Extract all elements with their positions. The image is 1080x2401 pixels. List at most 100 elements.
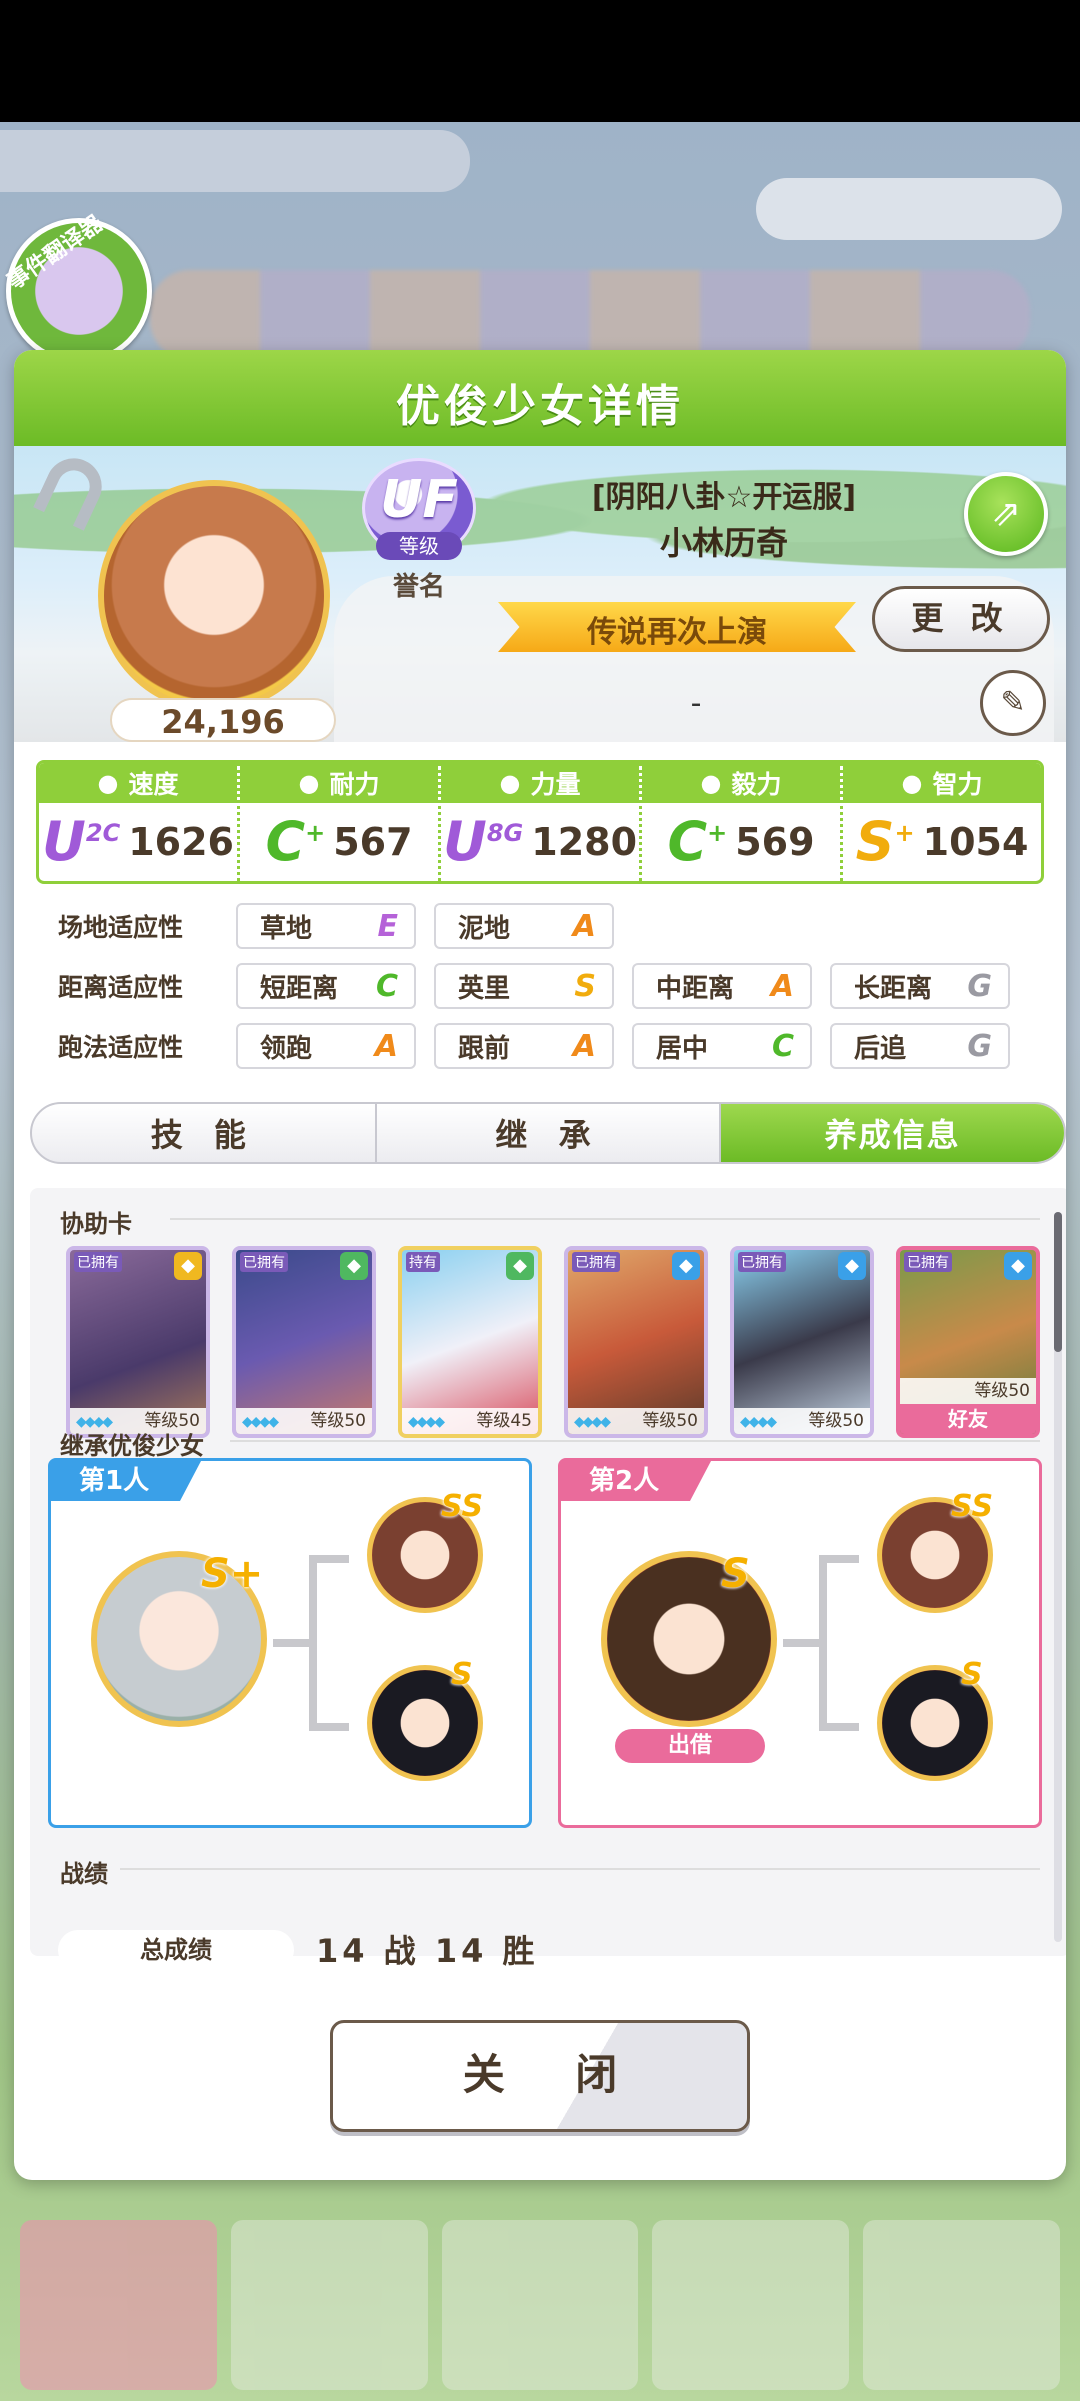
- stat-value: 1280: [531, 820, 638, 864]
- support-card[interactable]: 已拥有 ◆ 等级50 ◆◆◆◆: [730, 1246, 874, 1438]
- style-aptitude-chip: 居中 C: [632, 1023, 812, 1069]
- stat-header: ● 智力: [843, 763, 1041, 803]
- support-card-list: 已拥有 ◆ 等级50 ◆◆◆◆ 已拥有 ◆ 等级50 ◆◆◆◆ 持有 ◆ 等级45 ◆◆◆◆ 已拥有 ◆ 等…: [66, 1246, 1046, 1442]
- record-title: 战绩: [60, 1860, 108, 1888]
- lineage-line: [819, 1723, 859, 1731]
- stat-value: 567: [333, 820, 413, 864]
- aptitude-grade: C: [375, 968, 398, 1004]
- change-title-button[interactable]: 更 改: [872, 586, 1050, 652]
- section-divider: [170, 1218, 1040, 1220]
- lineage-line: [783, 1639, 821, 1647]
- lineage-line: [309, 1555, 349, 1563]
- card-type-icon: ◆: [838, 1252, 866, 1280]
- grandparent-1b-grade: S: [451, 1657, 473, 1692]
- card-type-icon: ◆: [506, 1252, 534, 1280]
- tab-training-info[interactable]: 养成信息: [721, 1104, 1064, 1162]
- track-aptitude-chip: 草地 E: [236, 903, 416, 949]
- distance-aptitude-row: 距离适应性 短距离 C 英里 S 中距离 A 长距离 G: [58, 962, 1028, 1010]
- stat-body: U8G 1280: [441, 803, 639, 881]
- style-aptitude-chip: 后追 G: [830, 1023, 1010, 1069]
- parent-2-grade: S: [721, 1551, 750, 1597]
- stat-0: ● 速度 U2C 1626: [39, 763, 240, 881]
- stat-label: 力量: [530, 770, 581, 799]
- support-cards-title: 协助卡: [60, 1210, 132, 1238]
- flame-icon: ●: [700, 769, 722, 797]
- card-owned-tag: 持有: [406, 1252, 440, 1272]
- stat-grade-letter: U: [442, 810, 487, 873]
- stats-panel: ● 速度 U2C 1626 ● 耐力 C+ 567 ● 力量 U8G 1280 ● 毅力 C+ 569 ● 智力 S…: [36, 760, 1044, 884]
- parent-2-avatar: [601, 1551, 777, 1727]
- background-bottom-nav: [20, 2220, 1060, 2390]
- stat-grade-modifier: 8G: [486, 819, 524, 847]
- stat-label: 智力: [932, 770, 983, 799]
- nav-item: [863, 2220, 1060, 2390]
- rank-sub-label: 等级: [376, 532, 462, 560]
- aptitude-grade: G: [967, 968, 992, 1004]
- aptitude-name: 跟前: [458, 1033, 511, 1064]
- total-record-value: 14 战 14 胜: [316, 1932, 539, 1970]
- card-level: 等级50: [900, 1378, 1036, 1404]
- track-aptitude-row: 场地适应性 草地 E 泥地 A: [58, 902, 632, 950]
- card-owned-tag: 已拥有: [240, 1252, 288, 1272]
- stat-header: ● 速度: [39, 763, 237, 803]
- stat-2: ● 力量 U8G 1280: [441, 763, 642, 881]
- background-search-bar: [0, 130, 470, 192]
- support-card[interactable]: 已拥有 ◆ 等级50 好友: [896, 1246, 1040, 1438]
- stat-grade-modifier: 2C: [85, 819, 121, 847]
- aptitude-name: 中距离: [656, 973, 735, 1004]
- stat-grade-letter: U: [42, 810, 86, 873]
- stat-grade-letter: C: [667, 810, 708, 873]
- grandparent-2a-grade: SS: [951, 1489, 994, 1524]
- style-aptitude-row: 跑法适应性 领跑 A 跟前 A 居中 C 后追 G: [58, 1022, 1028, 1070]
- parent-1-grade: S+: [201, 1551, 264, 1597]
- card-type-icon: ◆: [174, 1252, 202, 1280]
- card-type-icon: ◆: [340, 1252, 368, 1280]
- aptitude-grade: A: [572, 908, 596, 944]
- share-icon: ⇗: [990, 493, 1022, 534]
- stat-body: U2C 1626: [39, 803, 237, 881]
- rank-label: 誉名: [392, 572, 445, 602]
- aptitude-name: 后追: [854, 1033, 907, 1064]
- tab-skills[interactable]: 技 能: [32, 1104, 377, 1162]
- inheritance-title: 继承优俊少女: [60, 1432, 204, 1460]
- distance-aptitude-chip: 英里 S: [434, 963, 614, 1009]
- modal-title: 优俊少女详情: [396, 381, 684, 432]
- support-card[interactable]: 持有 ◆ 等级45 ◆◆◆◆: [398, 1246, 542, 1438]
- close-button[interactable]: 关 闭: [330, 2020, 750, 2132]
- loan-badge: 出借: [615, 1729, 765, 1763]
- stat-grade-modifier: +: [894, 819, 915, 847]
- outfit-name: [阴阳八卦☆开运服]: [591, 480, 857, 515]
- stat-grade: U8G: [443, 815, 523, 869]
- screen: 事件翻译器 优俊少女详情 24,196 UF 等级 誉名 [阴阳八卦☆开运服] …: [0, 0, 1080, 2401]
- tab-inheritance[interactable]: 继 承: [377, 1104, 722, 1162]
- stat-1: ● 耐力 C+ 567: [240, 763, 441, 881]
- pencil-icon: ✎: [1000, 685, 1026, 720]
- scrollbar-thumb[interactable]: [1054, 1212, 1062, 1352]
- limit-break-icon: ◆◆◆◆: [740, 1414, 777, 1430]
- background-character-row: [150, 270, 1030, 360]
- aptitude-name: 领跑: [260, 1033, 313, 1064]
- training-info-panel[interactable]: 协助卡 已拥有 ◆ 等级50 ◆◆◆◆ 已拥有 ◆ 等级50 ◆◆◆◆ 持有 ◆ 等级45 ◆◆◆◆ 已…: [30, 1188, 1066, 1956]
- distance-aptitude-chip: 短距离 C: [236, 963, 416, 1009]
- stat-4: ● 智力 S+ 1054: [843, 763, 1041, 881]
- parent-2-box[interactable]: 第2人 S 出借 SS S: [558, 1458, 1042, 1828]
- limit-break-icon: ◆◆◆◆: [574, 1414, 611, 1430]
- title-ribbon-text: 传说再次上演: [587, 615, 767, 650]
- rank-grade: UF: [380, 470, 458, 530]
- stat-label: 毅力: [731, 770, 782, 799]
- section-divider: [120, 1868, 1040, 1870]
- nav-item: [652, 2220, 850, 2390]
- support-card[interactable]: 已拥有 ◆ 等级50 ◆◆◆◆: [564, 1246, 708, 1438]
- muscle-icon: ●: [499, 769, 521, 797]
- edit-comment-button[interactable]: ✎: [980, 670, 1046, 736]
- support-card[interactable]: 已拥有 ◆ 等级50 ◆◆◆◆: [232, 1246, 376, 1438]
- aptitude-name: 泥地: [458, 913, 511, 944]
- lineage-line: [309, 1723, 349, 1731]
- parent-1-tab: 第1人: [51, 1461, 201, 1501]
- grad-cap-icon: ●: [901, 769, 923, 797]
- lineage-bracket: [819, 1555, 859, 1731]
- support-card[interactable]: 已拥有 ◆ 等级50 ◆◆◆◆: [66, 1246, 210, 1438]
- nav-item: [20, 2220, 217, 2390]
- aptitude-grade: G: [967, 1028, 992, 1064]
- parent-1-box[interactable]: 第1人 S+ SS S: [48, 1458, 532, 1828]
